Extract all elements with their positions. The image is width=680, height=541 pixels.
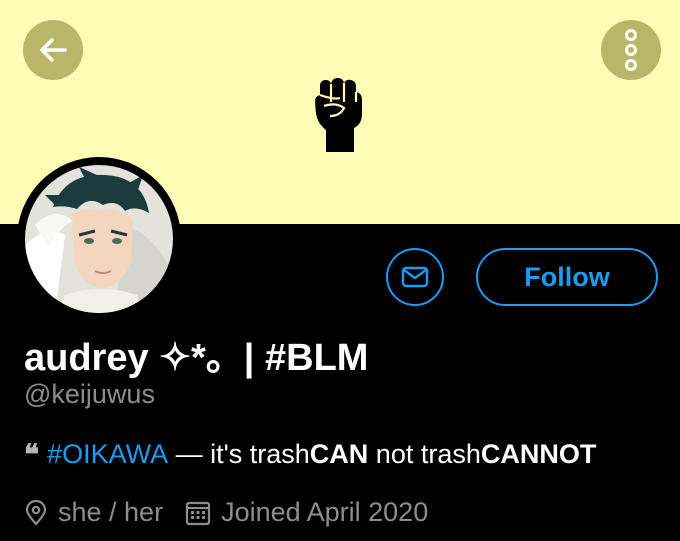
bio-text: not trash	[368, 439, 481, 469]
profile-meta: she / her Joined April 2020	[24, 497, 428, 528]
avatar-image	[25, 165, 173, 313]
follow-button[interactable]: Follow	[476, 248, 658, 306]
location-pin-icon	[24, 499, 48, 526]
more-vertical-icon	[625, 29, 637, 71]
joined-date-text: Joined April 2020	[221, 497, 429, 527]
more-options-button[interactable]	[601, 20, 661, 80]
raised-fist-icon	[315, 78, 362, 152]
message-button[interactable]	[386, 248, 444, 306]
arrow-left-icon	[40, 38, 67, 62]
pronouns-text: she / her	[58, 497, 164, 527]
quote-icon: ❝	[24, 438, 40, 471]
bio-text: — it's trash	[168, 439, 310, 469]
bio-bold-text: CAN	[309, 439, 369, 469]
follow-label: Follow	[524, 261, 610, 292]
mail-icon	[401, 266, 429, 288]
calendar-icon	[185, 500, 211, 526]
hashtag-link[interactable]: #OIKAWA	[47, 439, 168, 470]
username-handle: @keijuwus	[24, 379, 155, 409]
profile-avatar[interactable]	[17, 157, 181, 321]
bio-bold-text: CANNOT	[480, 439, 597, 469]
back-button[interactable]	[23, 20, 83, 80]
profile-bio: ❝ #OIKAWA — it's trash CAN not trash CAN…	[24, 438, 596, 471]
display-name: audrey ✧*。| #BLM	[24, 337, 369, 379]
